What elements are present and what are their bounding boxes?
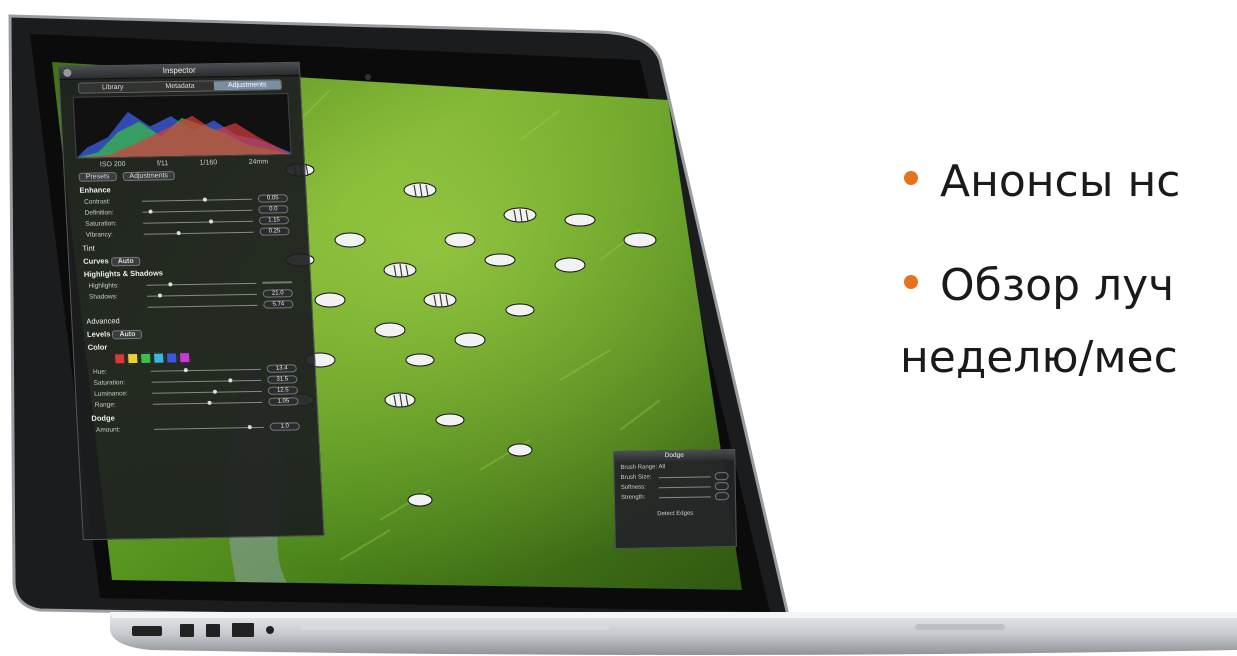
slider-row: Range: 1.05 [94, 396, 299, 410]
swatch-red [114, 353, 126, 365]
dodge-hud-title: Dodge [614, 449, 735, 463]
advanced-disclosure: Advanced [86, 316, 120, 326]
value-field [714, 482, 729, 491]
close-icon [63, 68, 72, 77]
slider-track [147, 304, 258, 308]
slider-knob [207, 400, 212, 405]
slider-knob [147, 209, 153, 214]
slider-track [658, 485, 711, 488]
detect-edges-checkbox: Detect Edges [657, 510, 694, 518]
inspector-title: Inspector [59, 62, 300, 80]
slider-knob [183, 367, 188, 372]
brush-size-row: Brush Size: [621, 472, 729, 482]
value-field: 1.0 [269, 422, 300, 431]
value-field: 0.25 [259, 227, 290, 236]
slider-knob [228, 377, 233, 382]
strength-row: Strength: [621, 492, 730, 502]
slider-knob [168, 281, 173, 286]
value-field: 21.0 [262, 289, 293, 298]
inspector-tabs: Library Metadata Adjustments [77, 79, 283, 94]
levels-auto-button: Auto [112, 329, 143, 340]
section-curves: Curves Auto [83, 253, 295, 267]
slider-row: Amount: 1.0 [96, 421, 300, 435]
adjustments-dropdown: Adjustments [122, 171, 176, 182]
slider-track [146, 292, 257, 298]
section-levels: Levels Auto [87, 326, 299, 340]
macbook-image: Inspector Library Metadata Adjustments I… [0, 0, 1237, 656]
aperture-value: f/11 [156, 160, 169, 168]
slider-track [152, 389, 262, 394]
slider-track [142, 209, 253, 214]
value-field [714, 472, 729, 481]
swatch-cyan [152, 352, 165, 364]
shutter-value: 1/160 [199, 159, 218, 167]
value-field: 5.74 [263, 300, 294, 309]
tab-adjustments: Adjustments [213, 80, 282, 91]
value-field: 0.0 [258, 205, 289, 214]
slider-track [141, 197, 252, 202]
focal-value: 24mm [248, 158, 269, 166]
slider-knob [208, 219, 214, 224]
slider-knob [202, 197, 207, 202]
swatch-magenta [178, 352, 191, 364]
slider-track [658, 495, 711, 498]
exif-row: ISO 200 f/11 1/160 24mm [84, 158, 284, 168]
slider-track [658, 475, 711, 478]
brush-range-label: Brush Range: All [620, 464, 666, 471]
histogram-graph [76, 111, 291, 158]
swatch-blue [165, 352, 178, 364]
slider-row: Vibrancy: 0.25 [86, 226, 290, 240]
value-field: 1.15 [258, 216, 290, 225]
curves-auto-button: Auto [110, 256, 141, 267]
value-field: 12.5 [267, 386, 299, 395]
slider-track [143, 219, 254, 224]
slider-track [143, 230, 254, 235]
swatch-green [139, 352, 152, 364]
value-field: 1.05 [268, 397, 299, 406]
inspector-panel: Inspector Library Metadata Adjustments I… [58, 61, 325, 541]
slider-knob [212, 389, 217, 394]
presets-dropdown: Presets [78, 172, 117, 182]
tint-disclosure: Tint [82, 243, 95, 253]
slider-row: 5.74 [89, 299, 294, 313]
slider-knob [157, 292, 163, 298]
value-field [262, 281, 293, 284]
value-field: 13.4 [266, 364, 297, 373]
value-field: 0.05 [257, 194, 289, 203]
dodge-hud: Dodge Brush Range: All Brush Size: Softn… [613, 448, 737, 550]
histogram [72, 93, 292, 159]
slider-track [152, 400, 263, 405]
slider-track [146, 281, 257, 286]
value-field [714, 492, 730, 501]
slider-knob [176, 230, 181, 235]
slider-knob [247, 424, 252, 429]
tab-metadata: Metadata [146, 81, 214, 92]
slider-track [151, 377, 262, 383]
slider-track [150, 367, 261, 372]
slider-track [153, 424, 264, 430]
value-field: 31.5 [267, 375, 298, 384]
color-swatches [114, 351, 274, 365]
swatch-yellow [126, 352, 139, 365]
softness-row: Softness: [621, 482, 729, 492]
preset-row: Presets Adjustments [78, 169, 291, 182]
tab-library: Library [78, 82, 147, 93]
iso-value: ISO 200 [99, 160, 126, 169]
